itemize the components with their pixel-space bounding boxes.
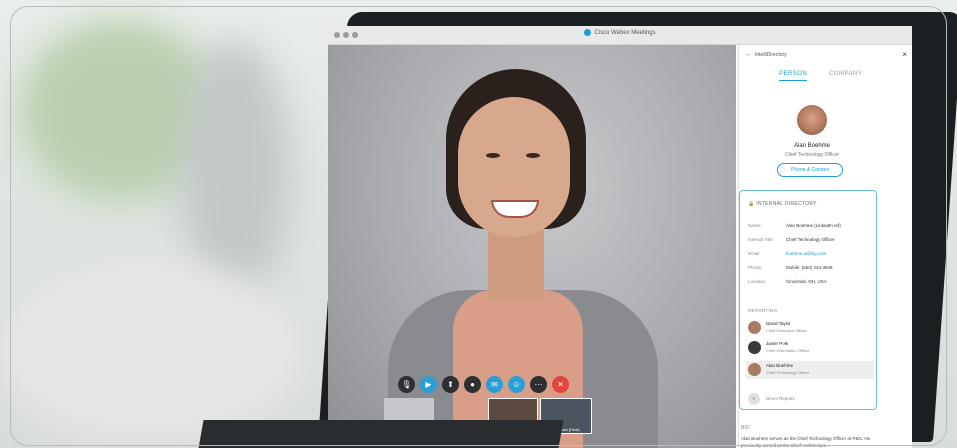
photo-scene: Cisco Webex Meetings 🎙 ▶ ⬆ ● ✉ ☺ ⋯ ✕ (Ho… <box>0 0 957 448</box>
image-frame <box>10 6 947 446</box>
